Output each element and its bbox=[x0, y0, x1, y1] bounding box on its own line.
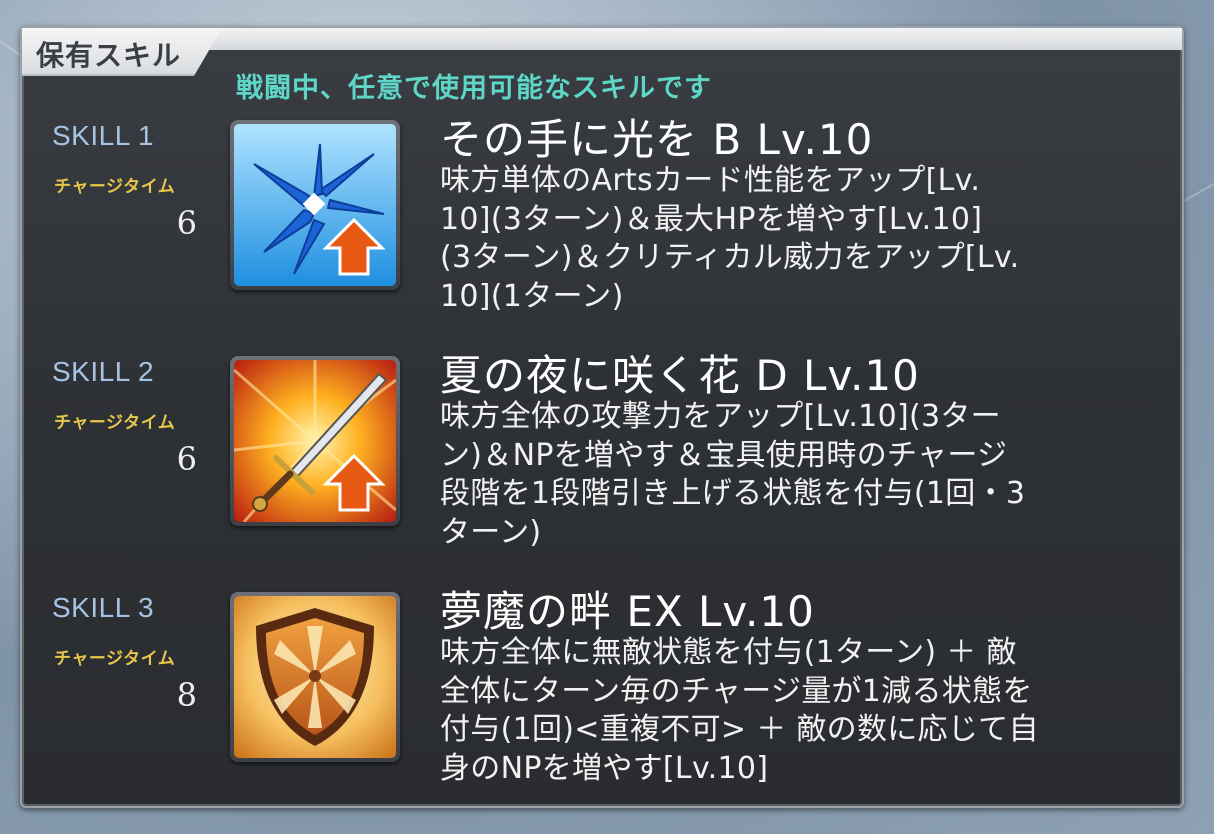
skill-desc-line: ン)＆NPを増やす＆宝具使用時のチャージ bbox=[440, 437, 1008, 473]
skill-desc-line: 全体にターン毎のチャージ量が1減る状態を bbox=[440, 673, 1033, 709]
shield-invincible-icon bbox=[234, 596, 396, 758]
charge-time-value: 6 bbox=[176, 204, 197, 242]
skill-name: 夢魔の畔 EX Lv.10 bbox=[440, 587, 815, 636]
skill-description: 味方全体の攻撃力をアップ[Lv.10](3ター ン)＆NPを増やす＆宝具使用時の… bbox=[440, 398, 1160, 552]
skill-desc-line: 身のNPを増やす[Lv.10] bbox=[440, 750, 769, 786]
skill-name: 夏の夜に咲く花 D Lv.10 bbox=[440, 351, 920, 400]
sword-attack-up-icon bbox=[234, 360, 396, 522]
charge-time-label: チャージタイム bbox=[54, 413, 176, 433]
skill-icon-frame[interactable] bbox=[230, 120, 400, 290]
skill-desc-line: ターン) bbox=[440, 514, 542, 550]
skill-icon-frame[interactable] bbox=[230, 356, 400, 526]
charge-time-value: 8 bbox=[176, 676, 197, 714]
panel-subtitle: 戦闘中、任意で使用可能なスキルです bbox=[236, 73, 712, 104]
skill-desc-line: 10](1ターン) bbox=[440, 278, 624, 314]
panel-title: 保有スキル bbox=[36, 39, 182, 72]
charge-time-label: チャージタイム bbox=[54, 177, 176, 197]
skill-name: その手に光を B Lv.10 bbox=[440, 115, 874, 164]
skill-label: SKILL 2 bbox=[52, 356, 155, 387]
skill-panel: 保有スキル 戦闘中、任意で使用可能なスキルです SKILL 1 チャージタイム … bbox=[20, 26, 1184, 808]
skill-icon-frame[interactable] bbox=[230, 592, 400, 762]
header-tab: 保有スキル bbox=[22, 28, 222, 76]
skill-desc-line: 味方単体のArtsカード性能をアップ[Lv. bbox=[440, 163, 981, 198]
skill-label: SKILL 1 bbox=[52, 120, 155, 151]
skill-desc-line: 味方全体に無敵状態を付与(1ターン) ＋ 敵 bbox=[440, 635, 1017, 670]
skill-desc-line: (3ターン)＆クリティカル威力をアップ[Lv. bbox=[440, 240, 1020, 275]
skill-desc-line: 付与(1回)<重複不可> ＋ 敵の数に応じて自 bbox=[440, 712, 1039, 747]
charge-time-value: 6 bbox=[176, 440, 197, 478]
skill-desc-line: 味方全体の攻撃力をアップ[Lv.10](3ター bbox=[440, 399, 1001, 434]
skill-desc-line: 10](3ターン)＆最大HPを増やす[Lv.10] bbox=[440, 201, 983, 237]
skill-desc-line: 段階を1段階引き上げる状態を付与(1回・3 bbox=[440, 476, 1026, 511]
arts-burst-up-icon bbox=[234, 124, 396, 286]
skill-description: 味方全体に無敵状態を付与(1ターン) ＋ 敵 全体にターン毎のチャージ量が1減る… bbox=[440, 634, 1160, 788]
charge-time-label: チャージタイム bbox=[54, 649, 176, 669]
skill-description: 味方単体のArtsカード性能をアップ[Lv. 10](3ターン)＆最大HPを増や… bbox=[440, 162, 1160, 316]
skill-label: SKILL 3 bbox=[52, 592, 155, 623]
